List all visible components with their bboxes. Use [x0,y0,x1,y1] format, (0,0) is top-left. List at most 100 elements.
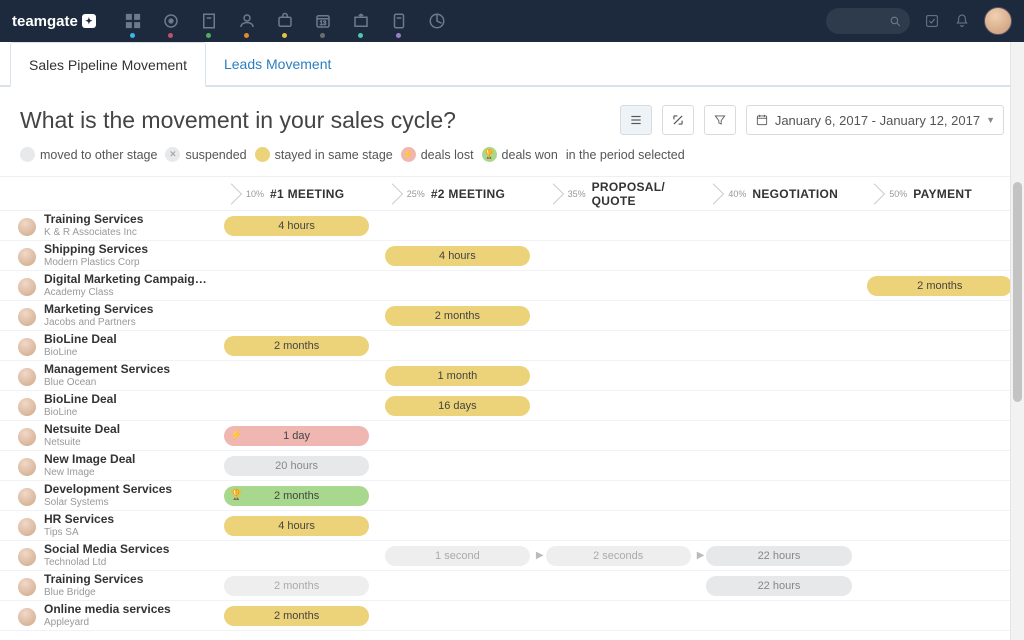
owner-avatar [18,518,36,536]
duration-pill[interactable]: 16 days [385,396,530,416]
tab-sales-pipeline-movement[interactable]: Sales Pipeline Movement [10,42,206,87]
cell-stage-3 [702,216,863,236]
duration-pill[interactable]: 2 months [224,336,369,356]
cell-stage-1 [381,516,542,536]
owner-avatar [18,428,36,446]
legend: moved to other stage ✕suspended stayed i… [0,147,1024,177]
deal-row[interactable]: HR ServicesTips SA4 hours [0,511,1024,541]
deal-name: Social Media Services [44,543,169,556]
scroll-thumb[interactable] [1013,182,1022,402]
nav-icon-4[interactable] [266,0,304,42]
cell-stage-2 [542,456,703,476]
deal-info: Marketing ServicesJacobs and Partners [0,303,220,327]
date-range-button[interactable]: January 6, 2017 - January 12, 2017 ▼ [746,105,1004,135]
deals-grid: Training ServicesK & R Associates Inc4 h… [0,211,1024,631]
nav-icon-1[interactable] [152,0,190,42]
duration-pill[interactable]: 1 month [385,366,530,386]
duration-pill[interactable]: 2 seconds [546,546,691,566]
cell-stage-2 [542,336,703,356]
cell-stage-0 [220,396,381,416]
duration-label: 1 second [435,550,480,562]
deal-row[interactable]: Management ServicesBlue Ocean 1 month [0,361,1024,391]
duration-pill[interactable]: 1 second [385,546,530,566]
deal-row[interactable]: Digital Marketing Campaign S...Academy C… [0,271,1024,301]
deal-info: Development ServicesSolar Systems [0,483,220,507]
duration-label: 2 months [917,280,962,292]
cell-stage-0: 4 hours [220,216,381,236]
owner-avatar [18,218,36,236]
logo-text: teamgate [12,13,78,30]
deal-name: New Image Deal [44,453,135,466]
nav-icon-6[interactable] [342,0,380,42]
nav-icon-3[interactable] [228,0,266,42]
deal-row[interactable]: Online media servicesAppleyard 2 months [0,601,1024,631]
nav-icon-2[interactable] [190,0,228,42]
deal-row[interactable]: BioLine DealBioLine2 months [0,331,1024,361]
cell-stage-3: 22 hours [702,576,863,596]
deal-info: Online media servicesAppleyard [0,603,220,627]
cell-stage-2 [542,486,703,506]
duration-pill[interactable]: 4 hours [224,216,369,236]
deal-info: Management ServicesBlue Ocean [0,363,220,387]
cell-stage-2 [542,606,703,626]
duration-pill[interactable]: 2 months [385,306,530,326]
nav-icon-7[interactable] [380,0,418,42]
deal-row[interactable]: Development ServicesSolar Systems🏆2 mont… [0,481,1024,511]
cell-stage-4 [863,246,1024,266]
cell-stage-3: 22 hours [702,546,863,566]
deal-row[interactable]: Social Media ServicesTechnolad Ltd 1 seco… [0,541,1024,571]
cell-stage-0: ⚡1 day [220,426,381,446]
deal-row[interactable]: BioLine DealBioLine16 days [0,391,1024,421]
deal-info: Training ServicesBlue Bridge [0,573,220,597]
cell-stage-1 [381,456,542,476]
duration-pill[interactable]: 🏆2 months [224,486,369,506]
nav-icon-reports[interactable] [418,0,456,42]
cell-stage-4 [863,366,1024,386]
cell-stage-0 [220,246,381,266]
duration-pill[interactable]: 2 months [224,576,369,596]
deal-row[interactable]: Training ServicesBlue Bridge2 months 22 h… [0,571,1024,601]
deal-name: Development Services [44,483,172,496]
expand-icon [671,113,685,127]
top-right [924,7,1012,35]
cell-stage-3 [702,426,863,446]
deal-row[interactable]: New Image DealNew Image20 hours [0,451,1024,481]
expand-button[interactable] [662,105,694,135]
duration-label: 2 months [274,610,319,622]
svg-text:13: 13 [320,21,327,27]
duration-pill[interactable]: 20 hours [224,456,369,476]
deal-row[interactable]: Shipping ServicesModern Plastics Corp4 h… [0,241,1024,271]
page-title: What is the movement in your sales cycle… [20,107,610,134]
cell-stage-2 [542,366,703,386]
nav-icon-0[interactable] [114,0,152,42]
deal-row[interactable]: Marketing ServicesJacobs and Partners 2 m… [0,301,1024,331]
duration-pill[interactable]: 4 hours [224,516,369,536]
deal-row[interactable]: Netsuite DealNetsuite⚡1 day [0,421,1024,451]
tasks-icon[interactable] [924,13,940,29]
bell-icon[interactable] [954,13,970,29]
duration-pill[interactable]: 2 months [867,276,1012,296]
scrollbar[interactable] [1010,42,1024,640]
cell-stage-1 [381,606,542,626]
cell-stage-1: 1 second▶ [381,546,542,566]
deal-org: Blue Ocean [44,377,170,388]
duration-pill[interactable]: 4 hours [385,246,530,266]
duration-pill[interactable]: 22 hours [706,576,851,596]
search-icon [889,15,902,28]
user-avatar[interactable] [984,7,1012,35]
nav-icon-5[interactable]: 13 [304,0,342,42]
filter-button[interactable] [704,105,736,135]
tab-leads-movement[interactable]: Leads Movement [206,42,349,85]
list-view-button[interactable] [620,105,652,135]
cell-stage-2 [542,516,703,536]
cell-stage-1: 2 months [381,306,542,326]
search-button[interactable] [826,8,910,34]
deal-org: Technolad Ltd [44,557,169,568]
duration-pill[interactable]: ⚡1 day [224,426,369,446]
duration-pill[interactable]: 2 months [224,606,369,626]
duration-pill[interactable]: 22 hours [706,546,851,566]
cell-stage-4: 2 months [863,276,1024,296]
deal-row[interactable]: Training ServicesK & R Associates Inc4 h… [0,211,1024,241]
logo[interactable]: teamgate ✦ [12,13,96,30]
cell-stage-1: 1 month [381,366,542,386]
